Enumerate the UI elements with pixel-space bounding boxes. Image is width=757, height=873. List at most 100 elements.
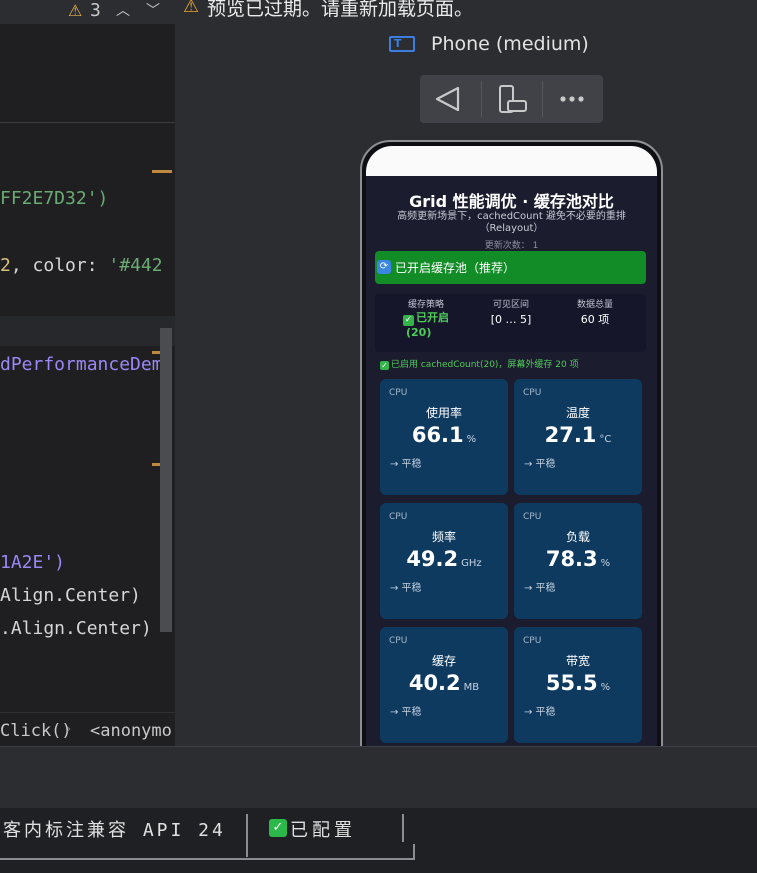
preview-warning-banner: ⚠ 预览已过期。请重新加载页面。 — [175, 0, 757, 24]
app-screen[interactable]: Grid 性能调优 · 缓存池对比 高频更新场景下，cachedCount 避免… — [366, 176, 657, 746]
stat-value: 60 项 — [580, 313, 610, 326]
metric-trend: → 平稳 — [524, 459, 556, 470]
metric-trend: → 平稳 — [390, 707, 422, 718]
metric-tag: CPU — [389, 388, 408, 398]
metric-name: 带宽 — [565, 654, 590, 668]
status-divider — [413, 844, 415, 860]
metric-unit: °C — [599, 434, 612, 445]
code-line[interactable]: Align.Center) — [0, 585, 141, 607]
metric-tile[interactable]: CPU 使用率 66.1% → 平稳 — [380, 379, 508, 495]
code-line[interactable]: .Align.Center) — [0, 618, 152, 640]
preview-panel: T Phone (medium) Grid 性能调优 · 缓存池对比 高频更新场… — [175, 24, 757, 746]
metric-unit: % — [466, 434, 477, 445]
code-token: 2 — [0, 255, 11, 276]
stat-range: 可见区间 [0 … 5] — [471, 300, 551, 326]
phone-frame: Grid 性能调优 · 缓存池对比 高频更新场景下，cachedCount 避免… — [360, 140, 663, 746]
check-icon: ✓ — [269, 819, 287, 837]
page-subtitle: 高频更新场景下，cachedCount 避免不必要的重排（Relayout） — [397, 211, 626, 234]
editor-top-bar: ⚠ 3 ︿ ﹀ — [0, 0, 175, 24]
stat-strategy-value: ✓ 已开启 — [386, 311, 466, 326]
status-divider — [402, 814, 404, 842]
change-marker — [152, 170, 172, 173]
stat-label: 可见区间 — [492, 300, 529, 310]
editor-scrollbar[interactable] — [160, 328, 172, 632]
metric-tile[interactable]: CPU 频率 49.2 GHz → 平稳 — [380, 503, 508, 619]
page-title: Grid 性能调优 · 缓存池对比 — [409, 192, 614, 211]
stat-label: 缓存策略 — [407, 300, 444, 310]
metric-tag: CPU — [389, 636, 408, 646]
metric-value-row: 78.3% — [514, 547, 642, 571]
breadcrumb-item[interactable]: Click() — [0, 721, 72, 741]
cache-toggle-button[interactable]: ⟳ 已开启缓存池（推荐） — [375, 251, 646, 284]
current-line-highlight — [0, 316, 175, 346]
metric-name: 使用率 — [425, 406, 462, 420]
back-triangle-icon — [435, 86, 460, 112]
metric-name: 缓存 — [431, 654, 456, 668]
metric-trend: → 平稳 — [524, 583, 556, 594]
metric-tag: CPU — [523, 636, 542, 646]
metric-trend: → 平稳 — [390, 459, 422, 470]
metric-tag: CPU — [389, 512, 408, 522]
stats-panel: 缓存策略 ✓ 已开启 (20) 可见区间 [0 … 5] 数据总量 60 项 — [375, 294, 646, 352]
code-token: '#442 — [108, 255, 163, 276]
metric-value-row: 40.2 MB — [380, 671, 508, 695]
metric-tag: CPU — [523, 512, 542, 522]
update-count: 更新次数： 1 — [484, 241, 539, 251]
stat-strategy-count: (20) — [406, 326, 432, 339]
stat-value: 已开启 — [416, 311, 449, 324]
device-text-icon: T — [389, 36, 415, 52]
metric-value: 78.3 — [545, 547, 598, 571]
code-editor[interactable]: ⚠ 3 ︿ ﹀ FF2E7D32') 2, color: '#442 dPerf… — [0, 0, 175, 746]
editor-divider — [0, 122, 175, 123]
metric-tile[interactable]: CPU 带宽 55.5% → 平稳 — [514, 627, 642, 743]
status-divider — [246, 814, 248, 857]
chevron-down-icon[interactable]: ﹀ — [146, 0, 160, 22]
rotate-device-icon — [499, 85, 527, 113]
preview-warning-text: 预览已过期。请重新加载页面。 — [207, 0, 474, 20]
metric-unit: % — [600, 558, 611, 569]
refresh-icon: ⟳ — [377, 260, 391, 274]
metric-name: 负载 — [565, 530, 590, 544]
metric-tile[interactable]: CPU 缓存 40.2 MB → 平稳 — [380, 627, 508, 743]
metric-unit: % — [600, 682, 611, 693]
stat-strategy: 缓存策略 ✓ 已开启 (20) — [386, 300, 466, 339]
metric-value-row: 49.2 GHz — [380, 547, 508, 571]
metric-name: 温度 — [565, 406, 590, 420]
device-name[interactable]: Phone (medium) — [431, 33, 589, 55]
metric-value-row: 27.1 °C — [514, 423, 642, 447]
code-line[interactable]: 1A2E') — [0, 552, 65, 574]
breadcrumb: Click() › <anonymo — [0, 712, 175, 746]
metric-trend: → 平稳 — [524, 707, 556, 718]
metric-value-row: 66.1% — [380, 423, 508, 447]
more-dots-icon — [560, 96, 584, 102]
phone-status-bar — [366, 146, 657, 176]
metric-unit: MB — [463, 682, 480, 693]
metric-grid[interactable]: CPU 使用率 66.1% → 平稳 CPU 温度 27.1 °C → 平稳 CP… — [375, 374, 646, 746]
preview-toolbar — [420, 75, 603, 123]
panel-divider — [0, 746, 757, 747]
status-bar: 客内标注兼容 API 24 ✓ 已配置 — [0, 808, 757, 873]
metric-value-row: 55.5% — [514, 671, 642, 695]
metric-name: 频率 — [431, 530, 456, 544]
more-button[interactable] — [543, 75, 603, 123]
warning-count[interactable]: 3 — [90, 0, 101, 22]
metric-tile[interactable]: CPU 温度 27.1 °C → 平稳 — [514, 379, 642, 495]
code-line[interactable]: 2, color: '#442 — [0, 255, 163, 277]
compat-status[interactable]: 客内标注兼容 API 24 — [3, 816, 226, 842]
cache-note: ✓ 已启用 cachedCount(20)，屏幕外缓存 20 项 — [380, 357, 579, 370]
stat-total: 数据总量 60 项 — [555, 300, 635, 326]
code-token: , color: — [10, 255, 109, 276]
check-icon: ✓ — [403, 315, 414, 326]
metric-tile[interactable]: CPU 负载 78.3% → 平稳 — [514, 503, 642, 619]
back-button[interactable] — [420, 75, 480, 123]
metric-value: 49.2 — [406, 547, 459, 571]
metric-value: 40.2 — [408, 671, 461, 695]
rotate-button[interactable] — [482, 75, 542, 123]
breadcrumb-item[interactable]: <anonymo — [90, 721, 172, 741]
warning-icon[interactable]: ⚠ — [68, 2, 82, 20]
code-line[interactable]: dPerformanceDem — [0, 354, 163, 376]
code-line[interactable]: FF2E7D32') — [0, 188, 108, 210]
metric-value: 27.1 — [544, 423, 597, 447]
config-status[interactable]: 已配置 — [290, 816, 356, 842]
chevron-up-icon[interactable]: ︿ — [116, 0, 130, 22]
